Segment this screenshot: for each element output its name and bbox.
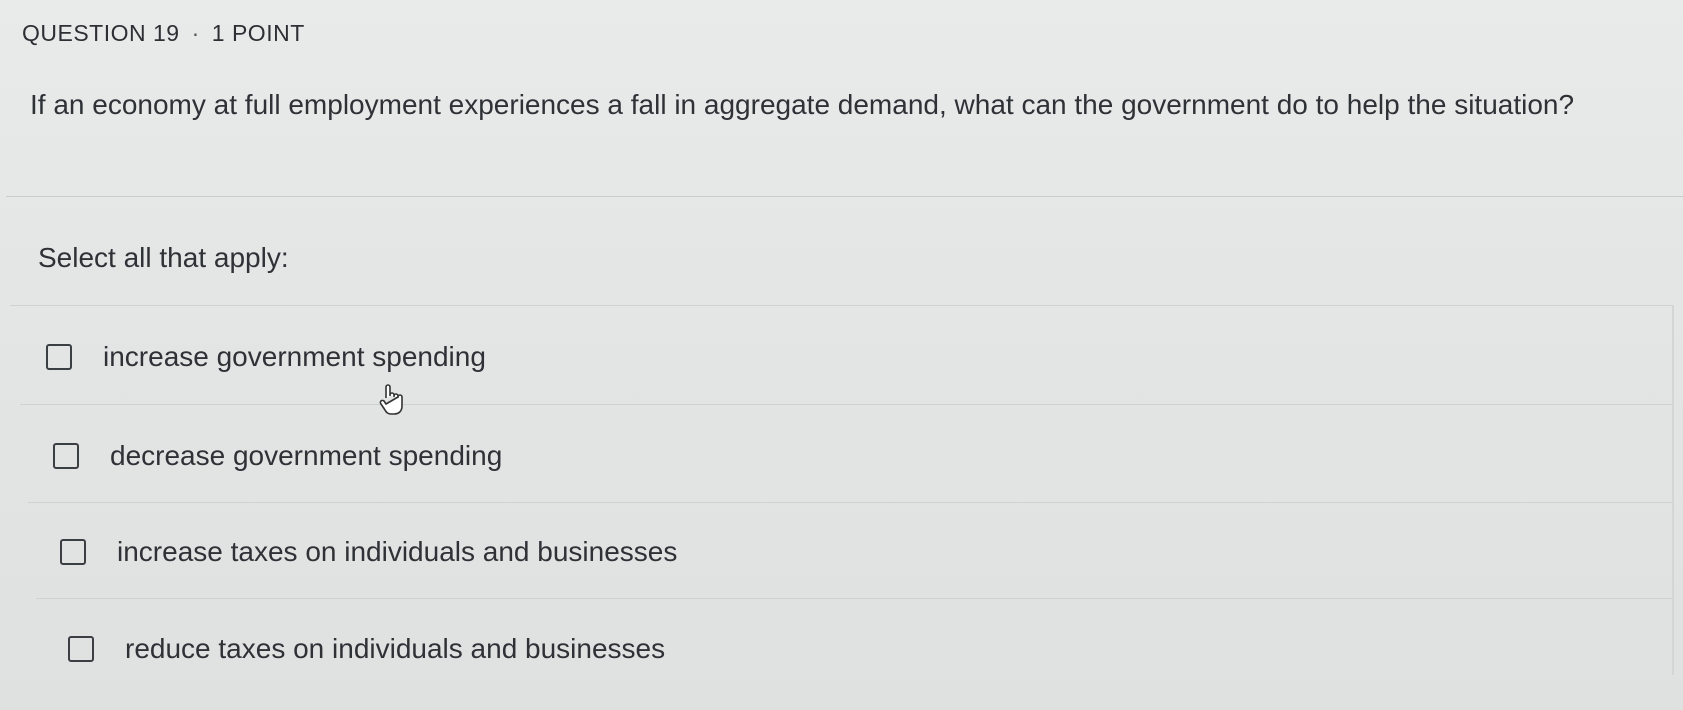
divider: [36, 598, 1673, 599]
answer-option-label: reduce taxes on individuals and business…: [125, 633, 666, 664]
instruction-text: Select all that apply:: [38, 242, 289, 273]
section-divider: [6, 196, 1683, 197]
answer-option-label: increase government spending: [103, 341, 486, 372]
answer-option-1[interactable]: increase government spending: [46, 341, 486, 373]
answer-option-2[interactable]: decrease government spending: [53, 440, 502, 472]
header-separator: ·: [191, 20, 200, 46]
question-points: 1 POINT: [211, 20, 305, 46]
answer-option-4[interactable]: reduce taxes on individuals and business…: [68, 633, 665, 665]
quiz-page: QUESTION 19 · 1 POINT If an economy at ful…: [0, 0, 1683, 710]
checkbox-unchecked-icon[interactable]: [53, 443, 79, 469]
checkbox-unchecked-icon[interactable]: [68, 636, 94, 662]
divider: [20, 404, 1673, 405]
answer-option-3[interactable]: increase taxes on individuals and busine…: [60, 536, 677, 568]
checkbox-unchecked-icon[interactable]: [60, 539, 86, 565]
question-number: QUESTION 19: [22, 20, 180, 46]
hand-pointer-icon: [379, 384, 403, 415]
divider: [28, 502, 1673, 503]
question-header: QUESTION 19 · 1 POINT: [22, 20, 305, 47]
question-text: If an economy at full employment experie…: [30, 89, 1575, 120]
answer-option-label: increase taxes on individuals and busine…: [117, 536, 678, 567]
checkbox-unchecked-icon[interactable]: [46, 344, 72, 370]
card-right-edge: [1672, 305, 1674, 675]
divider: [10, 305, 1673, 306]
answer-option-label: decrease government spending: [110, 440, 503, 471]
